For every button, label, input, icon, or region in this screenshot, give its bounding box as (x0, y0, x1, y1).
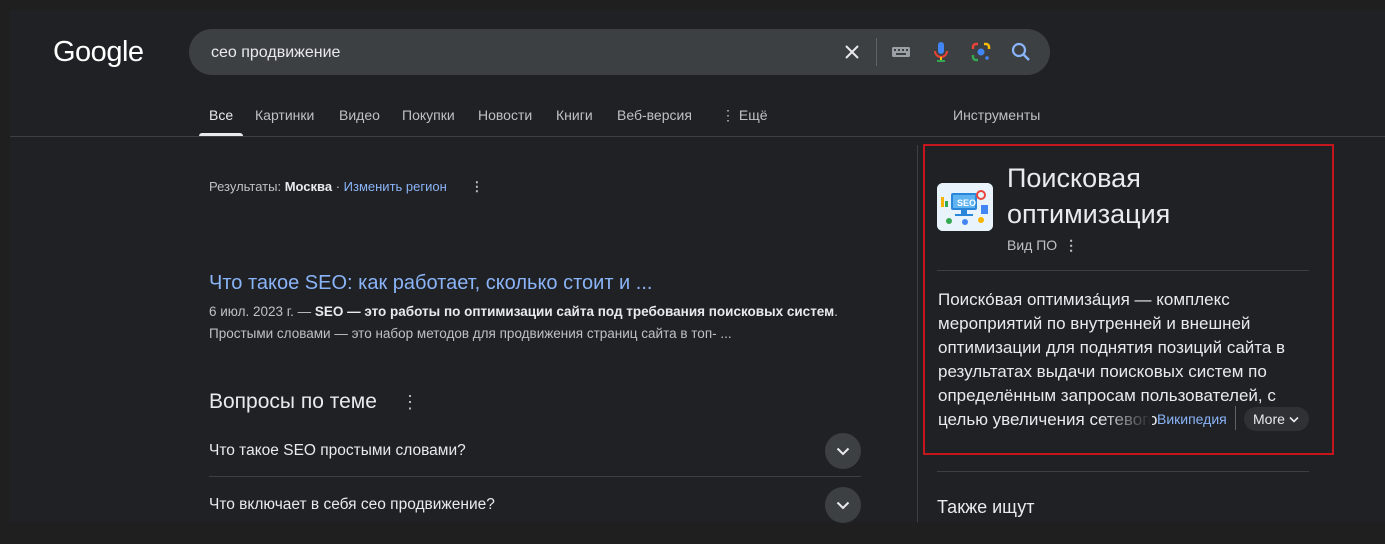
tabs-divider (10, 136, 1385, 137)
keyboard-icon[interactable] (889, 40, 913, 64)
thumbnail-label: SEO (957, 198, 977, 208)
paa-menu-icon[interactable]: ⋮ (401, 392, 419, 413)
region-prefix: Результаты: (209, 179, 285, 194)
chevron-down-icon[interactable] (825, 433, 861, 469)
more-button[interactable]: More (1244, 407, 1309, 431)
result-snippet: 6 июл. 2023 г. — SEO — это работы по опт… (209, 301, 869, 345)
wikipedia-source-link[interactable]: Википедия (1157, 411, 1233, 427)
knowledge-panel-divider (937, 270, 1309, 271)
tab-video[interactable]: Видео (339, 96, 380, 136)
knowledge-panel-thumbnail[interactable]: SEO (937, 183, 993, 231)
paa-question-text: Что такое SEO простыми словами? (209, 442, 466, 459)
google-logo[interactable]: Google (53, 36, 144, 69)
paa-divider (209, 476, 861, 477)
paa-question-text: Что включает в себя сео продвижение? (209, 496, 495, 513)
result-snippet-bold: SEO — это работы по оптимизации сайта по… (314, 304, 835, 319)
knowledge-panel-title: Поисковая оптимизация (1007, 163, 1171, 229)
kp-menu-icon[interactable]: ⋮ (1064, 237, 1078, 253)
google-lens-icon[interactable] (969, 40, 993, 64)
region-menu-icon[interactable]: ⋮ (470, 179, 483, 194)
chevron-down-icon[interactable] (825, 487, 861, 523)
tools-button[interactable]: Инструменты (953, 96, 1040, 136)
paa-question[interactable]: Что включает в себя сео продвижение? (209, 487, 861, 544)
tab-more[interactable]: ⋮ Ещё (721, 96, 768, 136)
tab-images[interactable]: Картинки (255, 96, 314, 136)
more-button-label: More (1253, 411, 1285, 427)
tab-all[interactable]: Все (198, 96, 244, 136)
paa-question[interactable]: Что такое SEO простыми словами? (209, 433, 861, 490)
region-line: Результаты: Москва · Изменить регион ⋮ (209, 179, 483, 195)
region-city: Москва (284, 179, 333, 194)
result-date: 6 июл. 2023 г. — (209, 304, 315, 319)
chevron-down-icon (1289, 416, 1299, 423)
knowledge-panel-divider-bottom (937, 471, 1309, 472)
also-searched-heading: Также ищут (937, 497, 1035, 517)
microphone-icon[interactable] (929, 40, 953, 64)
result-title-link[interactable]: Что такое SEO: как работает, сколько сто… (209, 272, 652, 295)
region-separator: · (332, 179, 344, 194)
search-separator (876, 38, 877, 66)
description-fade (1100, 404, 1152, 434)
tab-web[interactable]: Веб-версия (617, 96, 692, 136)
source-separator (1235, 406, 1236, 430)
search-bar[interactable] (189, 29, 1050, 77)
change-region-link[interactable]: Изменить регион (344, 179, 447, 194)
knowledge-panel-subtitle: Вид ПО ⋮ (1007, 237, 1078, 254)
knowledge-panel-subtitle-text: Вид ПО (1007, 237, 1058, 253)
tab-news[interactable]: Новости (478, 96, 532, 136)
tab-books[interactable]: Книги (556, 96, 593, 136)
search-input[interactable] (209, 29, 813, 77)
paa-heading: Вопросы по теме (209, 390, 377, 413)
column-divider (917, 145, 918, 522)
close-icon[interactable] (840, 40, 864, 64)
search-icon[interactable] (1009, 40, 1033, 64)
tab-shopping[interactable]: Покупки (402, 96, 455, 136)
